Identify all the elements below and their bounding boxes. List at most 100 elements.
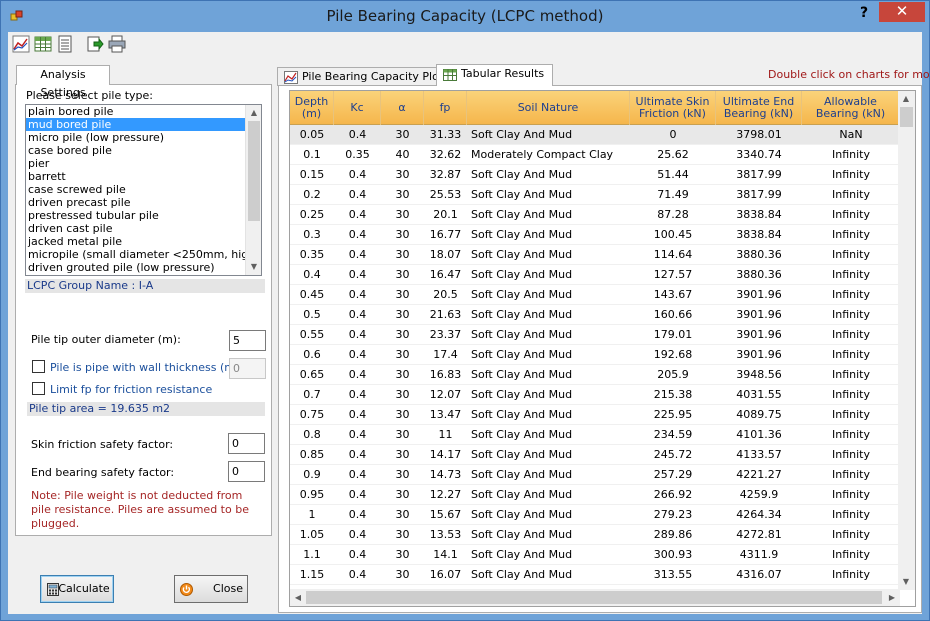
scroll-up-icon[interactable]: ▲ [898, 91, 914, 107]
pile-type-option[interactable]: driven grouted pile (low pressure) [26, 261, 261, 274]
table-row[interactable]: 0.85 0.4 30 14.17 Soft Clay And Mud 245.72 413… [290, 445, 900, 465]
table-cell: 16.07 [429, 568, 462, 581]
pile-type-option[interactable]: micro pile (low pressure) [26, 131, 261, 144]
table-row[interactable]: 0.1 0.35 40 32.62 Moderately Compact Clay 25.… [290, 145, 900, 165]
window-title: Pile Bearing Capacity (LCPC method) [326, 7, 604, 25]
tab-tabular-results[interactable]: Tabular Results [436, 64, 554, 86]
table-row[interactable]: 0.15 0.4 30 32.87 Soft Clay And Mud 51.44 3817… [290, 165, 900, 185]
table-icon[interactable] [34, 35, 52, 53]
tab-plots[interactable]: Pile Bearing Capacity Plots [277, 67, 458, 86]
table-cell: 192.68 [653, 348, 693, 361]
table-cell: 3838.84 [736, 208, 782, 221]
column-header[interactable]: Depth (m) [290, 91, 334, 125]
table-cell: 0.35 [299, 248, 325, 261]
table-row[interactable]: 1.05 0.4 30 13.53 Soft Clay And Mud 289.86 427… [290, 525, 900, 545]
column-header[interactable]: Soil Nature [467, 91, 630, 125]
table-cell: 0.4 [348, 448, 367, 461]
pile-type-option[interactable]: driven precast pile [26, 196, 261, 209]
grid-vertical-scrollbar[interactable]: ▲ ▼ [898, 91, 915, 590]
tip-diameter-label: Pile tip outer diameter (m): [31, 333, 181, 346]
pile-type-option[interactable]: pier [26, 157, 261, 170]
print-icon[interactable] [108, 35, 126, 53]
scroll-thumb[interactable] [900, 107, 913, 127]
scroll-right-icon[interactable]: ▶ [884, 589, 900, 606]
table-cell: 0.4 [348, 488, 367, 501]
table-row[interactable]: 0.25 0.4 30 20.1 Soft Clay And Mud 87.28 3838.… [290, 205, 900, 225]
table-cell: 30 [395, 328, 410, 341]
end-sf-input[interactable]: 0 [228, 461, 265, 482]
window-close-button[interactable]: ✕ [879, 2, 925, 22]
scroll-thumb[interactable] [248, 121, 260, 221]
table-cell: 4031.55 [736, 388, 782, 401]
pile-type-option[interactable]: case screwed pile [26, 183, 261, 196]
table-cell: 160.66 [653, 308, 693, 321]
table-cell: Soft Clay And Mud [471, 508, 573, 521]
column-header[interactable]: Ultimate Skin Friction (kN) [630, 91, 716, 125]
results-grid[interactable]: Depth (m) Kc α fp Soil Nature Ultimate Skin F… [289, 90, 916, 607]
chart-icon[interactable] [12, 35, 30, 53]
table-cell: 30 [395, 288, 410, 301]
grid-horizontal-scrollbar[interactable]: ◀ ▶ [290, 589, 900, 606]
scroll-down-icon[interactable]: ▼ [246, 259, 261, 275]
table-row[interactable]: 0.75 0.4 30 13.47 Soft Clay And Mud 225.95 408… [290, 405, 900, 425]
table-row[interactable]: 1 0.4 30 15.67 Soft Clay And Mud 279.23 4264.3… [290, 505, 900, 525]
pile-type-option[interactable]: prestressed tubular pile [26, 209, 261, 222]
column-header[interactable]: Allowable Bearing (kN) [802, 91, 900, 125]
pile-type-option[interactable]: case bored pile [26, 144, 261, 157]
table-row[interactable]: 0.95 0.4 30 12.27 Soft Clay And Mud 266.92 425… [290, 485, 900, 505]
limit-fp-checkbox[interactable] [32, 382, 45, 395]
table-cell: 0.4 [348, 328, 367, 341]
close-button[interactable]: Close [174, 575, 248, 603]
table-row[interactable]: 0.65 0.4 30 16.83 Soft Clay And Mud 205.9 3948… [290, 365, 900, 385]
column-header[interactable]: α [381, 91, 424, 125]
pile-type-option[interactable]: jacked metal pile [26, 235, 261, 248]
table-row[interactable]: 0.45 0.4 30 20.5 Soft Clay And Mud 143.67 3901… [290, 285, 900, 305]
skin-sf-input[interactable]: 0 [228, 433, 265, 454]
tip-diameter-input[interactable]: 5 [229, 330, 266, 351]
scroll-down-icon[interactable]: ▼ [898, 574, 914, 590]
title-bar[interactable]: Pile Bearing Capacity (LCPC method) ? ✕ [1, 1, 929, 32]
table-row[interactable]: 0.8 0.4 30 11 Soft Clay And Mud 234.59 4101.36… [290, 425, 900, 445]
table-row[interactable]: 0.4 0.4 30 16.47 Soft Clay And Mud 127.57 3880… [290, 265, 900, 285]
help-button[interactable]: ? [853, 3, 875, 25]
table-row[interactable]: 0.6 0.4 30 17.4 Soft Clay And Mud 192.68 3901.… [290, 345, 900, 365]
pile-type-option[interactable]: mud bored pile [26, 118, 261, 131]
table-cell: 0.45 [299, 288, 325, 301]
pile-type-option[interactable]: plain bored pile [26, 105, 261, 118]
table-row[interactable]: 1.15 0.4 30 16.07 Soft Clay And Mud 313.55 431… [290, 565, 900, 585]
charts-hint: Double click on charts for more [768, 68, 930, 81]
table-row[interactable]: 0.3 0.4 30 16.77 Soft Clay And Mud 100.45 3838… [290, 225, 900, 245]
report-icon[interactable] [56, 35, 74, 53]
pipe-checkbox[interactable] [32, 360, 45, 373]
scroll-thumb[interactable] [306, 591, 882, 604]
table-row[interactable]: 0.5 0.4 30 21.63 Soft Clay And Mud 160.66 3901… [290, 305, 900, 325]
pile-type-option[interactable]: barrett [26, 170, 261, 183]
column-header[interactable]: fp [424, 91, 467, 125]
table-row[interactable]: 0.05 0.4 30 31.33 Soft Clay And Mud 0 3798.01 N… [290, 125, 900, 145]
export-icon[interactable] [86, 35, 104, 53]
table-row[interactable]: 0.35 0.4 30 18.07 Soft Clay And Mud 114.64 388… [290, 245, 900, 265]
pile-type-option[interactable]: micropile (small diameter <250mm, high p… [26, 248, 261, 261]
table-row[interactable]: 0.55 0.4 30 23.37 Soft Clay And Mud 179.01 390… [290, 325, 900, 345]
column-header[interactable]: Ultimate End Bearing (kN) [716, 91, 802, 125]
pile-type-option[interactable]: driven cast pile [26, 222, 261, 235]
scroll-up-icon[interactable]: ▲ [246, 105, 261, 121]
table-cell: 4311.9 [739, 548, 779, 561]
tabular-results-panel: Depth (m) Kc α fp Soil Nature Ultimate Skin F… [278, 85, 922, 613]
table-row[interactable]: 1.1 0.4 30 14.1 Soft Clay And Mud 300.93 4311.… [290, 545, 900, 565]
column-header[interactable]: Kc [334, 91, 381, 125]
table-row[interactable]: 0.9 0.4 30 14.73 Soft Clay And Mud 257.29 4221… [290, 465, 900, 485]
table-row[interactable]: 0.7 0.4 30 12.07 Soft Clay And Mud 215.38 4031… [290, 385, 900, 405]
table-cell: Infinity [832, 488, 870, 501]
wall-thickness-input[interactable]: 0 [229, 358, 266, 379]
scroll-left-icon[interactable]: ◀ [290, 589, 306, 606]
table-cell: 30 [395, 488, 410, 501]
table-row[interactable]: 0.2 0.4 30 25.53 Soft Clay And Mud 71.49 3817.… [290, 185, 900, 205]
pile-type-list[interactable]: plain bored pile mud bored pile micro pile… [25, 104, 262, 276]
tab-analysis-settings[interactable]: Analysis Settings [16, 65, 110, 99]
table-cell: 30 [395, 528, 410, 541]
calculate-button[interactable]: Calculate [40, 575, 114, 603]
pile-list-scrollbar[interactable]: ▲ ▼ [245, 105, 261, 275]
table-cell: 143.67 [653, 288, 693, 301]
table-cell: 266.92 [653, 488, 693, 501]
